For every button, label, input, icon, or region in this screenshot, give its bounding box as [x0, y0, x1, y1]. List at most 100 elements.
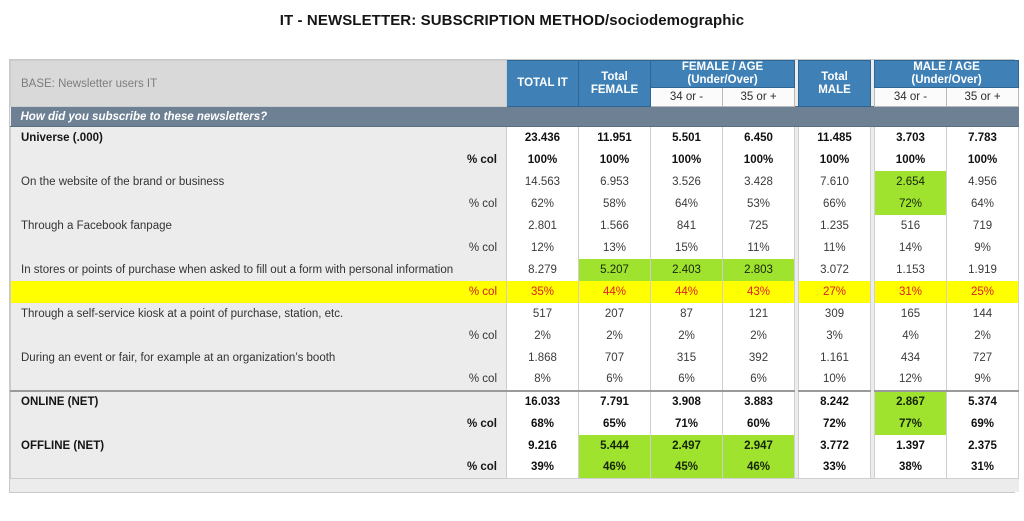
row-label: In stores or points of purchase when ask… — [10, 258, 507, 281]
table-footer-strip — [10, 478, 1019, 492]
table-row: During an event or fair, for example at … — [10, 346, 1020, 369]
cell-percent: 58% — [578, 192, 651, 215]
cell-percent: 44% — [578, 280, 651, 303]
banner-filler — [578, 106, 651, 127]
cell-count: 14.563 — [506, 170, 579, 193]
cell-count: 315 — [650, 346, 723, 369]
cell-percent: 62% — [506, 192, 579, 215]
cell-count: 1.868 — [506, 346, 579, 369]
cell-count: 6.450 — [721, 126, 796, 149]
cell-count: 727 — [946, 346, 1020, 369]
cell-percent: 31% — [946, 456, 1020, 479]
male-group-line2: (Under/Over) — [911, 74, 982, 86]
table-row: Universe (.000) 23.436 11.951 5.501 6.450 11.… — [10, 126, 1020, 149]
crosstab-table-container: BASE: Newsletter users IT TOTAL IT Total… — [9, 59, 1020, 493]
cell-count: 1.919 — [946, 258, 1020, 281]
cell-count: 5.374 — [946, 389, 1020, 413]
cell-percent: 100% — [578, 148, 651, 171]
banner-filler — [506, 106, 579, 127]
cell-percent: 44% — [650, 280, 723, 303]
cell-percent: 72% — [874, 192, 948, 215]
table-row-percent: % col 8% 6% 6% 6% 10% 12% 9% — [10, 368, 1020, 391]
cell-percent: 2% — [946, 324, 1020, 347]
cell-percent: 64% — [946, 192, 1020, 215]
cell-count: 2.867 — [874, 389, 948, 413]
cell-count: 207 — [578, 302, 651, 325]
cell-count: 309 — [798, 302, 872, 325]
col-header-total-male-line2: MALE — [818, 83, 851, 96]
cell-count: 9.216 — [506, 434, 579, 457]
cell-percent: 100% — [650, 148, 723, 171]
cell-percent: 3% — [798, 324, 872, 347]
cell-percent: 46% — [578, 456, 651, 479]
cell-percent: 69% — [946, 412, 1020, 435]
cell-count: 3.526 — [650, 170, 723, 193]
banner-filler — [874, 106, 947, 127]
table-row-percent: % col 2% 2% 2% 2% 3% 4% 2% — [10, 324, 1020, 347]
cell-count: 8.242 — [798, 389, 872, 413]
row-label-percent: % col — [10, 324, 507, 347]
cell-percent: 65% — [578, 412, 651, 435]
row-label-percent: % col — [10, 368, 507, 391]
cell-count: 841 — [650, 214, 723, 237]
cell-percent: 64% — [650, 192, 723, 215]
question-banner-row: How did you subscribe to these newslette… — [10, 106, 1019, 127]
cell-count: 11.485 — [798, 126, 872, 149]
base-label: BASE: Newsletter users IT — [10, 60, 507, 107]
cell-percent: 2% — [650, 324, 723, 347]
header-row-groups: BASE: Newsletter users IT TOTAL IT Total… — [10, 60, 1020, 107]
col-header-female-age-group: FEMALE / AGE (Under/Over) — [649, 60, 796, 88]
cell-percent: 43% — [721, 280, 796, 303]
col-header-total-it: TOTAL IT — [506, 60, 579, 107]
cell-percent: 53% — [721, 192, 796, 215]
row-label: OFFLINE (NET) — [10, 434, 507, 457]
table-row-percent: % col 62% 58% 64% 53% 66% 72% 64% — [10, 192, 1020, 215]
banner-filler — [650, 106, 723, 127]
cell-count: 8.279 — [506, 258, 579, 281]
col-header-male-age-group: MALE / AGE (Under/Over) — [874, 60, 1020, 88]
row-label-percent: % col — [10, 236, 507, 259]
col-header-total-female-line2: FEMALE — [590, 83, 639, 96]
cell-count: 3.908 — [650, 389, 723, 413]
cell-count: 121 — [721, 302, 796, 325]
row-label-percent: % col — [10, 456, 507, 479]
cell-count: 434 — [874, 346, 948, 369]
cell-count: 7.610 — [798, 170, 872, 193]
col-header-total-male: Total MALE — [798, 60, 872, 107]
cell-count: 2.497 — [650, 434, 723, 457]
cell-count: 1.153 — [874, 258, 948, 281]
table-row: In stores or points of purchase when ask… — [10, 258, 1020, 281]
cell-percent: 11% — [798, 236, 872, 259]
row-label-percent: % col — [10, 280, 507, 303]
table-footer-strip-row — [10, 478, 1019, 492]
page-title: IT - NEWSLETTER: SUBSCRIPTION METHOD/soc… — [279, 12, 745, 29]
cell-count: 2.403 — [650, 258, 723, 281]
cell-count: 16.033 — [506, 389, 579, 413]
cell-percent: 35% — [506, 280, 579, 303]
cell-percent: 100% — [798, 148, 872, 171]
cell-count: 7.783 — [946, 126, 1020, 149]
cell-percent: 100% — [506, 148, 579, 171]
cell-percent: 12% — [506, 236, 579, 259]
cell-count: 3.428 — [721, 170, 796, 193]
row-label: ONLINE (NET) — [10, 389, 507, 413]
cell-count: 165 — [874, 302, 948, 325]
cell-percent: 15% — [650, 236, 723, 259]
cell-count: 4.956 — [946, 170, 1020, 193]
cell-count: 1.397 — [874, 434, 948, 457]
cell-percent: 46% — [721, 456, 796, 479]
cell-percent: 71% — [650, 412, 723, 435]
col-subheader-female-under34: 34 or - — [650, 87, 723, 107]
cell-count: 2.801 — [506, 214, 579, 237]
cell-count: 87 — [650, 302, 723, 325]
cell-count: 707 — [578, 346, 651, 369]
table-row: ONLINE (NET) 16.033 7.791 3.908 3.883 8.242 2.… — [10, 389, 1020, 413]
cell-percent: 12% — [874, 368, 948, 391]
cell-percent: 13% — [578, 236, 651, 259]
row-label: On the website of the brand or business — [10, 170, 507, 193]
cell-count: 725 — [721, 214, 796, 237]
cell-percent: 9% — [946, 368, 1020, 391]
cell-percent: 45% — [650, 456, 723, 479]
cell-count: 5.207 — [578, 258, 651, 281]
table-row: Through a Facebook fanpage 2.801 1.566 841 7… — [10, 214, 1020, 237]
